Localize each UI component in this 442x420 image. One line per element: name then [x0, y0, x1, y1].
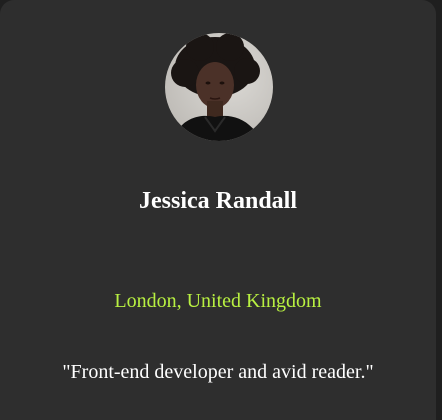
profile-bio: "Front-end developer and avid reader." [62, 361, 374, 383]
profile-location: London, United Kingdom [114, 290, 322, 312]
profile-card: Jessica Randall London, United Kingdom "… [0, 0, 436, 420]
profile-name: Jessica Randall [138, 188, 297, 214]
profile-photo-icon [165, 33, 273, 141]
profile-avatar [165, 33, 273, 141]
